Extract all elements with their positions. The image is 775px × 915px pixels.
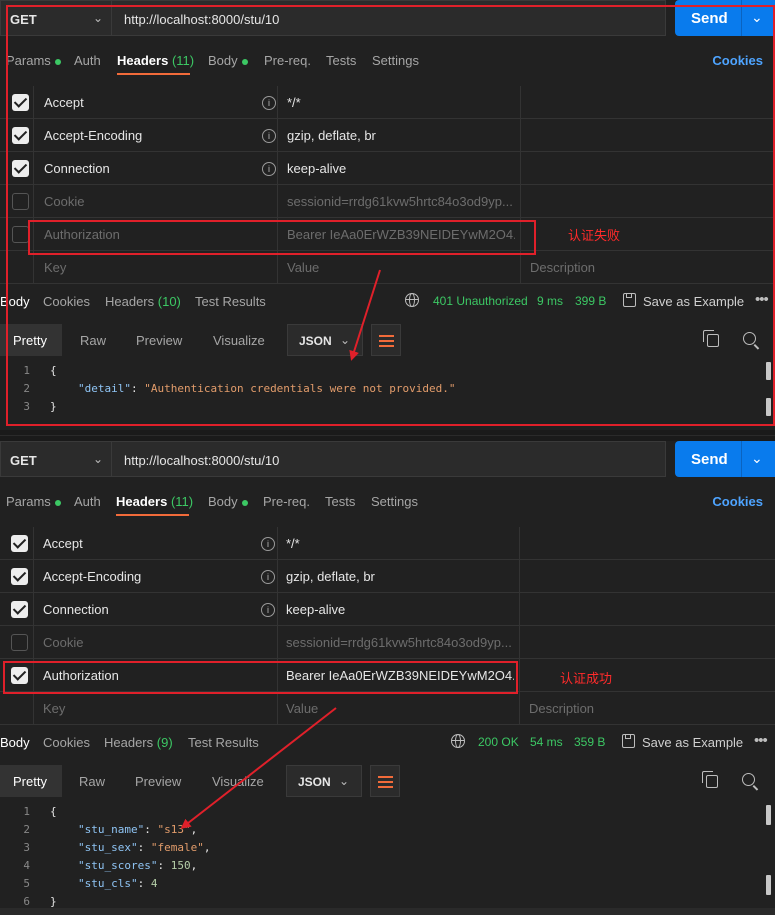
arrow-to-success [180, 707, 337, 829]
arrow-to-error [349, 269, 381, 361]
annotation-arrows [180, 269, 381, 829]
